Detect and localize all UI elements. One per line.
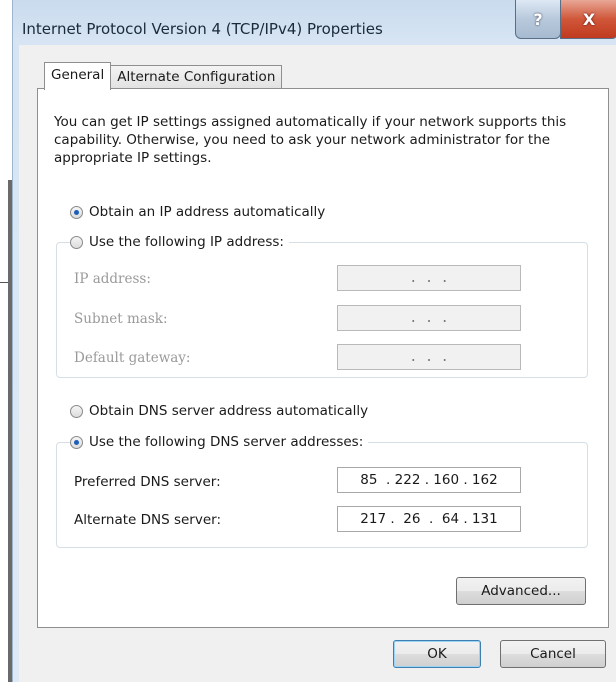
preferred-dns-input[interactable]: 85 . 222 . 160 . 162 [337, 467, 521, 493]
radio-use-following-ip[interactable]: Use the following IP address: [70, 234, 289, 250]
radio-use-following-ip-label: Use the following IP address: [89, 234, 284, 250]
alternate-dns-input[interactable]: 217 . 26 . 64 . 131 [337, 506, 521, 532]
radio-use-following-dns-label: Use the following DNS server addresses: [89, 434, 364, 450]
radio-obtain-ip-auto-label: Obtain an IP address automatically [89, 204, 326, 220]
window-title: Internet Protocol Version 4 (TCP/IPv4) P… [22, 20, 383, 38]
intro-text: You can get IP settings assigned automat… [54, 114, 567, 166]
help-button[interactable]: ? [515, 0, 561, 39]
default-gateway-input[interactable]: . . . [337, 344, 521, 370]
tab-strip: General Alternate Configuration [44, 62, 283, 90]
preferred-dns-label: Preferred DNS server: [74, 474, 221, 490]
radio-use-following-dns[interactable]: Use the following DNS server addresses: [70, 434, 369, 450]
radio-unchecked-icon [70, 404, 83, 418]
default-gateway-label: Default gateway: [74, 350, 191, 366]
tab-alternate-configuration[interactable]: Alternate Configuration [110, 65, 283, 88]
radio-unchecked-icon [70, 235, 83, 249]
close-icon: X [582, 9, 596, 29]
ip-address-label: IP address: [74, 271, 151, 287]
ok-button[interactable]: OK [393, 640, 481, 668]
tab-general[interactable]: General [44, 62, 112, 90]
radio-checked-icon [70, 205, 83, 219]
close-button[interactable]: X [560, 0, 616, 39]
subnet-mask-input[interactable]: . . . [337, 305, 521, 331]
alternate-dns-label: Alternate DNS server: [74, 512, 222, 528]
help-icon: ? [533, 9, 543, 29]
cancel-button[interactable]: Cancel [500, 640, 606, 668]
ip-address-input[interactable]: . . . [337, 265, 521, 291]
radio-obtain-ip-auto[interactable]: Obtain an IP address automatically [70, 204, 325, 220]
dns-server-group [56, 442, 588, 548]
radio-checked-icon [70, 435, 83, 449]
advanced-button[interactable]: Advanced... [456, 577, 586, 605]
subnet-mask-label: Subnet mask: [74, 311, 168, 327]
radio-obtain-dns-auto[interactable]: Obtain DNS server address automatically [70, 403, 368, 419]
radio-obtain-dns-auto-label: Obtain DNS server address automatically [89, 403, 369, 419]
